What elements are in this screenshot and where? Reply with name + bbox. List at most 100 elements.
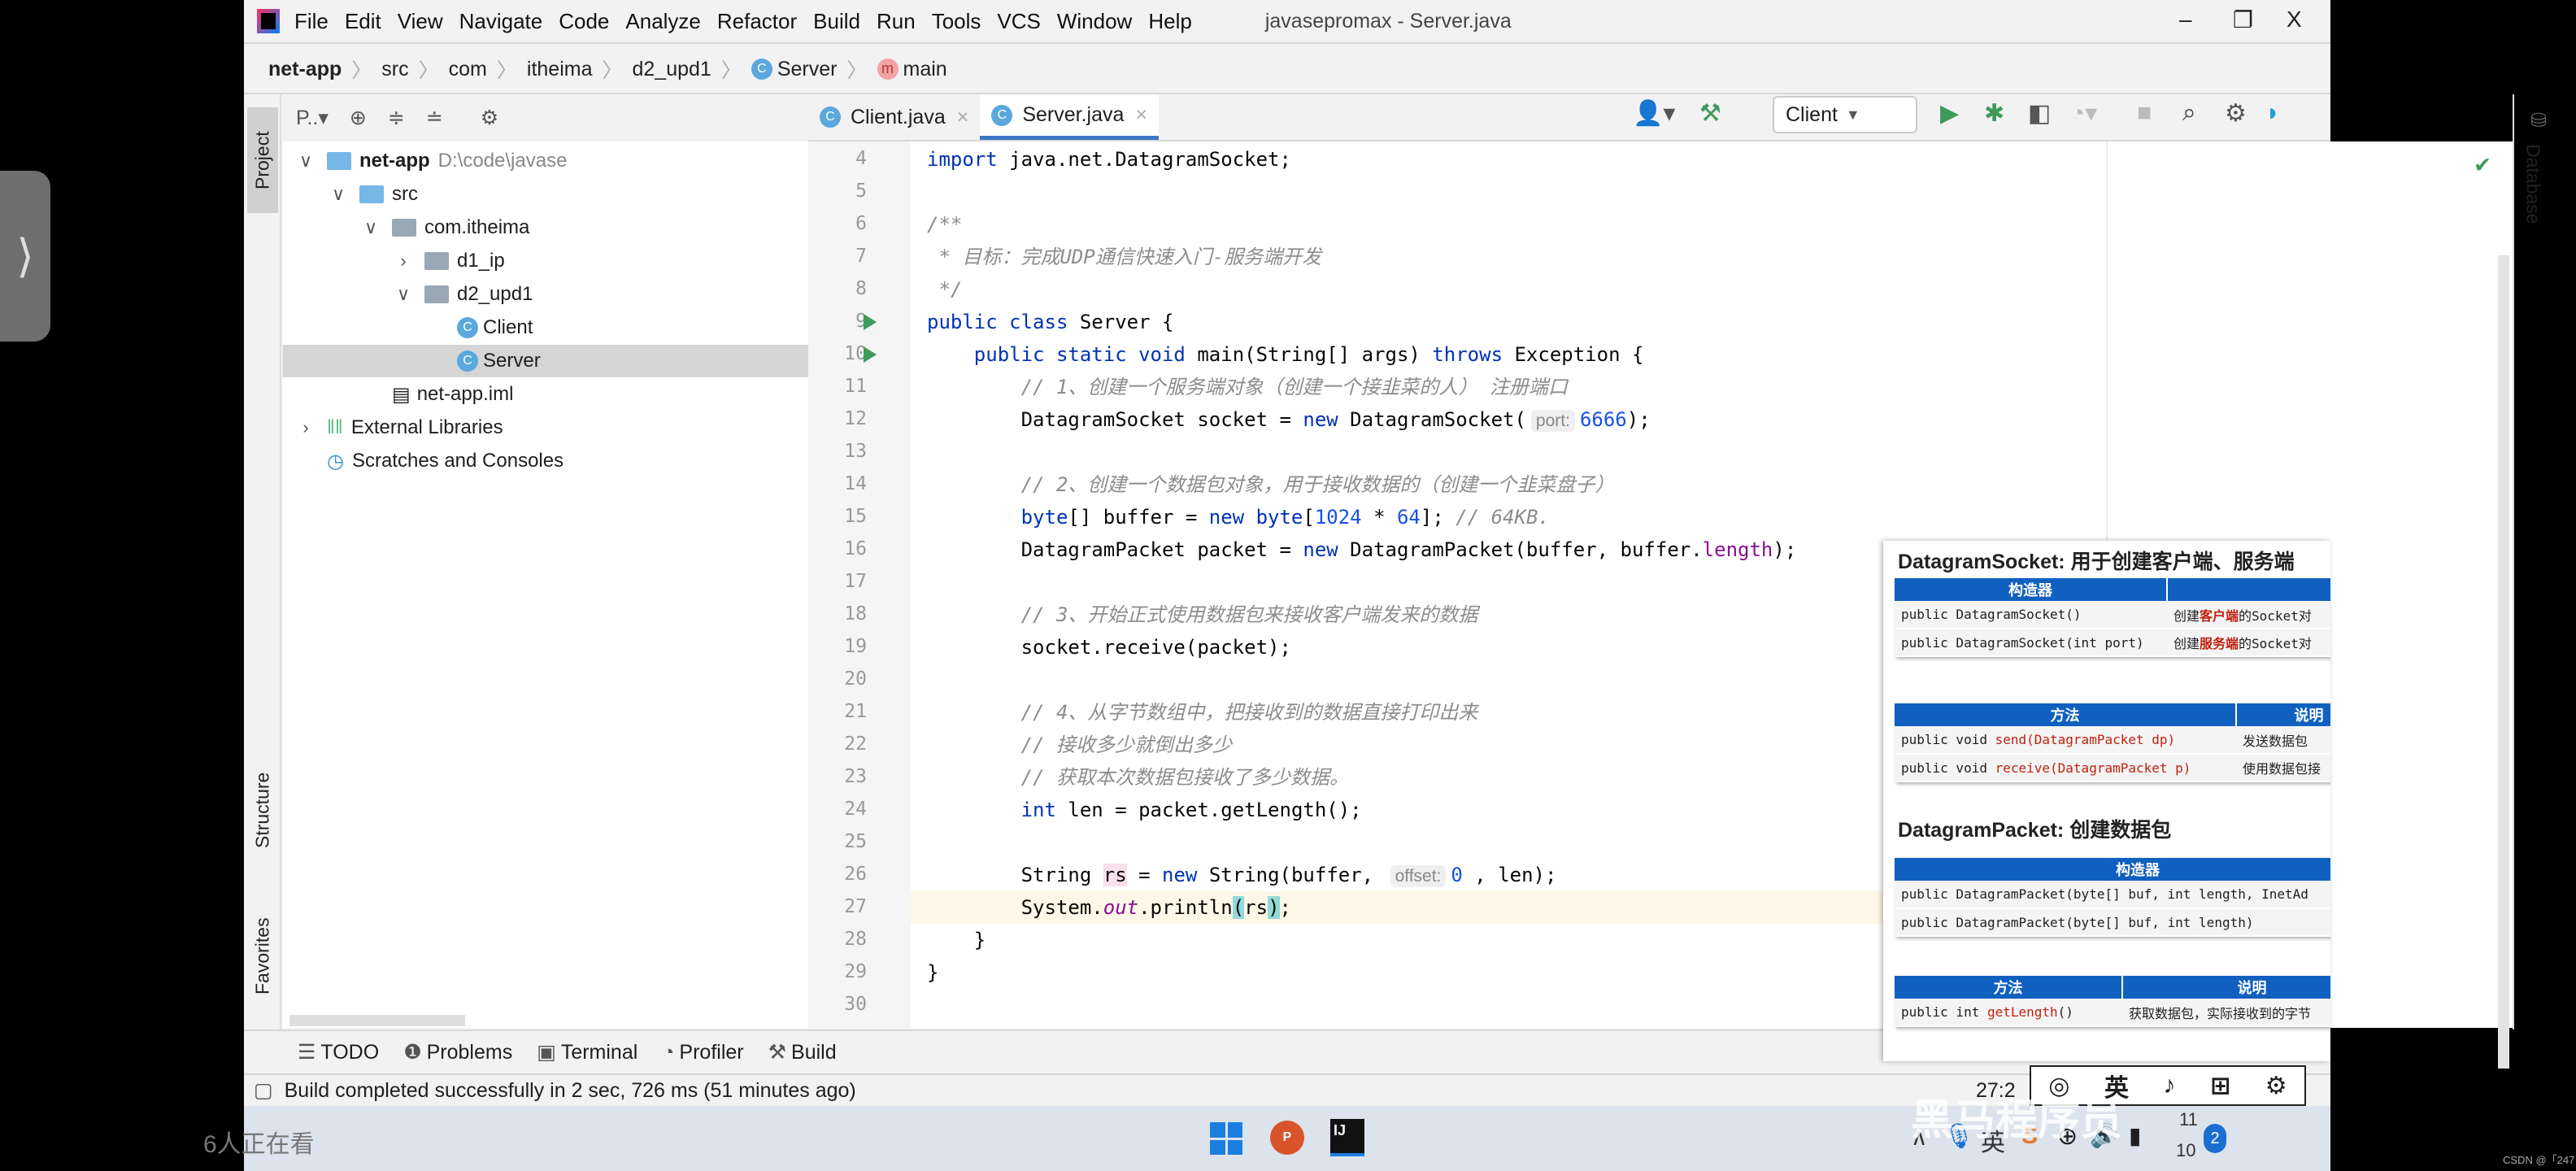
intellij-taskbar-icon[interactable]: IJ	[1330, 1119, 1364, 1156]
code-line[interactable]: }	[927, 924, 986, 956]
tool-todo[interactable]: ☰ TODO	[298, 1040, 379, 1064]
expand-arrow-icon[interactable]: ›	[298, 417, 314, 438]
database-tool-tab[interactable]: Database	[2517, 135, 2548, 233]
tab-server-java[interactable]: C Server.java ×	[980, 94, 1160, 140]
project-tool-tab[interactable]: Project	[247, 107, 278, 213]
tree-item[interactable]: › ‖‖ External Libraries	[283, 411, 808, 444]
code-line[interactable]: DatagramPacket packet = new DatagramPack…	[927, 533, 1797, 566]
code-line[interactable]: DatagramSocket socket = new DatagramSock…	[927, 403, 1651, 436]
breadcrumb-server[interactable]: Server	[777, 58, 838, 81]
expand-arrow-icon[interactable]: ∨	[330, 184, 346, 205]
tool-build[interactable]: ⚒ Build	[768, 1040, 837, 1064]
breadcrumb-com[interactable]: com	[449, 58, 487, 81]
code-line[interactable]: // 4、从字节数组中，把接收到的数据直接打印出来	[927, 696, 1478, 729]
code-line[interactable]: import java.net.DatagramSocket;	[927, 143, 1291, 176]
locate-icon[interactable]: ⊕	[350, 106, 367, 130]
code-line[interactable]: /**	[927, 208, 962, 241]
code-line[interactable]: * 目标：完成UDP通信快速入门-服务端开发	[927, 241, 1321, 273]
menu-view[interactable]: View	[398, 9, 443, 34]
menu-code[interactable]: Code	[559, 9, 609, 34]
tree-item[interactable]: ∨ net-app D:\code\javase	[283, 145, 808, 177]
tree-item[interactable]: ▤ net-app.iml	[283, 378, 808, 411]
code-line[interactable]: String rs = new String(buffer, offset: 0 …	[927, 859, 1556, 891]
code-line[interactable]: */	[927, 273, 962, 306]
matched-brace: (	[1232, 896, 1245, 919]
expand-arrow-icon[interactable]: ›	[395, 250, 411, 272]
ime-keyboard[interactable]: ⊞	[2210, 1072, 2230, 1100]
line-number: 11	[844, 376, 867, 397]
vertical-scrollbar[interactable]	[2498, 255, 2509, 1069]
expand-arrow-icon[interactable]: ∨	[395, 284, 411, 305]
menu-edit[interactable]: Edit	[345, 9, 381, 34]
code-line[interactable]: socket.receive(packet);	[927, 631, 1291, 664]
clock-date[interactable]: 10	[2176, 1140, 2195, 1161]
breadcrumb-src[interactable]: src	[381, 58, 408, 81]
code-line[interactable]: System.out.println(rs);	[927, 891, 1291, 924]
menu-analyze[interactable]: Analyze	[625, 9, 701, 34]
battery-icon[interactable]: ▮	[2129, 1122, 2141, 1149]
horizontal-scrollbar[interactable]	[289, 1015, 465, 1026]
menu-help[interactable]: Help	[1148, 9, 1191, 34]
code-line[interactable]: // 3、开始正式使用数据包来接收客户端发来的数据	[927, 599, 1478, 631]
expand-all-icon[interactable]: ≑	[388, 106, 405, 130]
project-view-select[interactable]: P..▾	[296, 106, 329, 130]
tab-label: Server.java	[1022, 103, 1125, 126]
run-gutter-icon[interactable]	[864, 346, 877, 363]
code-token: }	[927, 929, 986, 951]
run-gutter-icon[interactable]	[864, 314, 877, 330]
breadcrumb-itheima[interactable]: itheima	[527, 58, 593, 81]
breadcrumb-d2-upd1[interactable]: d2_upd1	[633, 58, 711, 81]
close-button[interactable]: X	[2287, 7, 2302, 33]
menu-navigate[interactable]: Navigate	[459, 9, 543, 34]
code-line[interactable]: public class Server {	[927, 306, 1173, 338]
menu-refactor[interactable]: Refactor	[717, 9, 797, 34]
windows-start-icon[interactable]	[1210, 1122, 1242, 1155]
code-line[interactable]: }	[927, 956, 938, 989]
restore-button[interactable]: ❐	[2233, 7, 2253, 33]
side-drawer-tab[interactable]: ⟩	[0, 171, 50, 342]
code-line[interactable]: // 2、创建一个数据包对象，用于接收数据的（创建一个韭菜盘子）	[927, 468, 1615, 501]
code-line[interactable]: // 1、创建一个服务端对象（创建一个接韭菜的人） 注册端口	[927, 371, 1568, 403]
minimize-button[interactable]: –	[2179, 7, 2192, 33]
favorites-tool-tab[interactable]: Favorites	[247, 899, 278, 1013]
tree-item[interactable]: › d1_ip	[283, 245, 808, 277]
ime-settings[interactable]: ⚙	[2265, 1072, 2287, 1100]
tab-client-java[interactable]: C Client.java ×	[808, 94, 980, 140]
menu-tools[interactable]: Tools	[932, 9, 981, 34]
breadcrumb-main[interactable]: main	[903, 58, 947, 81]
tree-item[interactable]: ∨ src	[283, 178, 808, 211]
tree-item[interactable]: ∨ com.itheima	[283, 211, 808, 244]
menu-file[interactable]: File	[294, 9, 329, 34]
breadcrumb-net-app[interactable]: net-app	[268, 58, 342, 81]
code-line[interactable]: byte[] buffer = new byte[1024 * 64]; // …	[927, 501, 1550, 533]
menu-window[interactable]: Window	[1057, 9, 1132, 34]
menu-build[interactable]: Build	[813, 9, 860, 34]
powerpoint-icon[interactable]: P	[1270, 1121, 1304, 1155]
menu-run[interactable]: Run	[877, 9, 916, 34]
tree-item[interactable]: C Client	[283, 311, 808, 344]
notification-badge[interactable]: 2	[2204, 1124, 2226, 1153]
gear-icon[interactable]: ⚙	[481, 106, 498, 130]
tree-item[interactable]: ∨ d2_upd1	[283, 278, 808, 311]
tool-terminal[interactable]: ▣ Terminal	[537, 1040, 637, 1064]
close-tab-icon[interactable]: ×	[957, 106, 969, 129]
expand-arrow-icon[interactable]: ∨	[298, 150, 314, 172]
tool-profiler[interactable]: ◔ Profiler	[662, 1041, 743, 1064]
menu-vcs[interactable]: VCS	[997, 9, 1040, 34]
clock-time[interactable]: 11	[2179, 1109, 2198, 1130]
ime-punct[interactable]: ♪	[2164, 1072, 2176, 1099]
expand-arrow-icon[interactable]: ∨	[363, 217, 379, 238]
code-line[interactable]: public static void main(String[] args) t…	[927, 338, 1644, 371]
list-icon: ☰	[298, 1041, 316, 1064]
code-line[interactable]: int len = packet.getLength();	[927, 794, 1362, 826]
collapse-all-icon[interactable]: ≐	[426, 106, 443, 130]
code-line[interactable]: // 接收多少就倒出多少	[927, 729, 1232, 761]
tool-label: Terminal	[560, 1041, 638, 1064]
structure-tool-tab[interactable]: Structure	[247, 753, 278, 867]
tool-problems[interactable]: ❶ Problems	[403, 1040, 512, 1064]
tree-item[interactable]: C Server	[283, 345, 808, 377]
status-panel-icon[interactable]: ▢	[254, 1078, 273, 1103]
close-tab-icon[interactable]: ×	[1135, 103, 1147, 127]
tree-item[interactable]: ◷ Scratches and Consoles	[283, 445, 808, 477]
code-line[interactable]: // 获取本次数据包接收了多少数据。	[927, 761, 1349, 794]
